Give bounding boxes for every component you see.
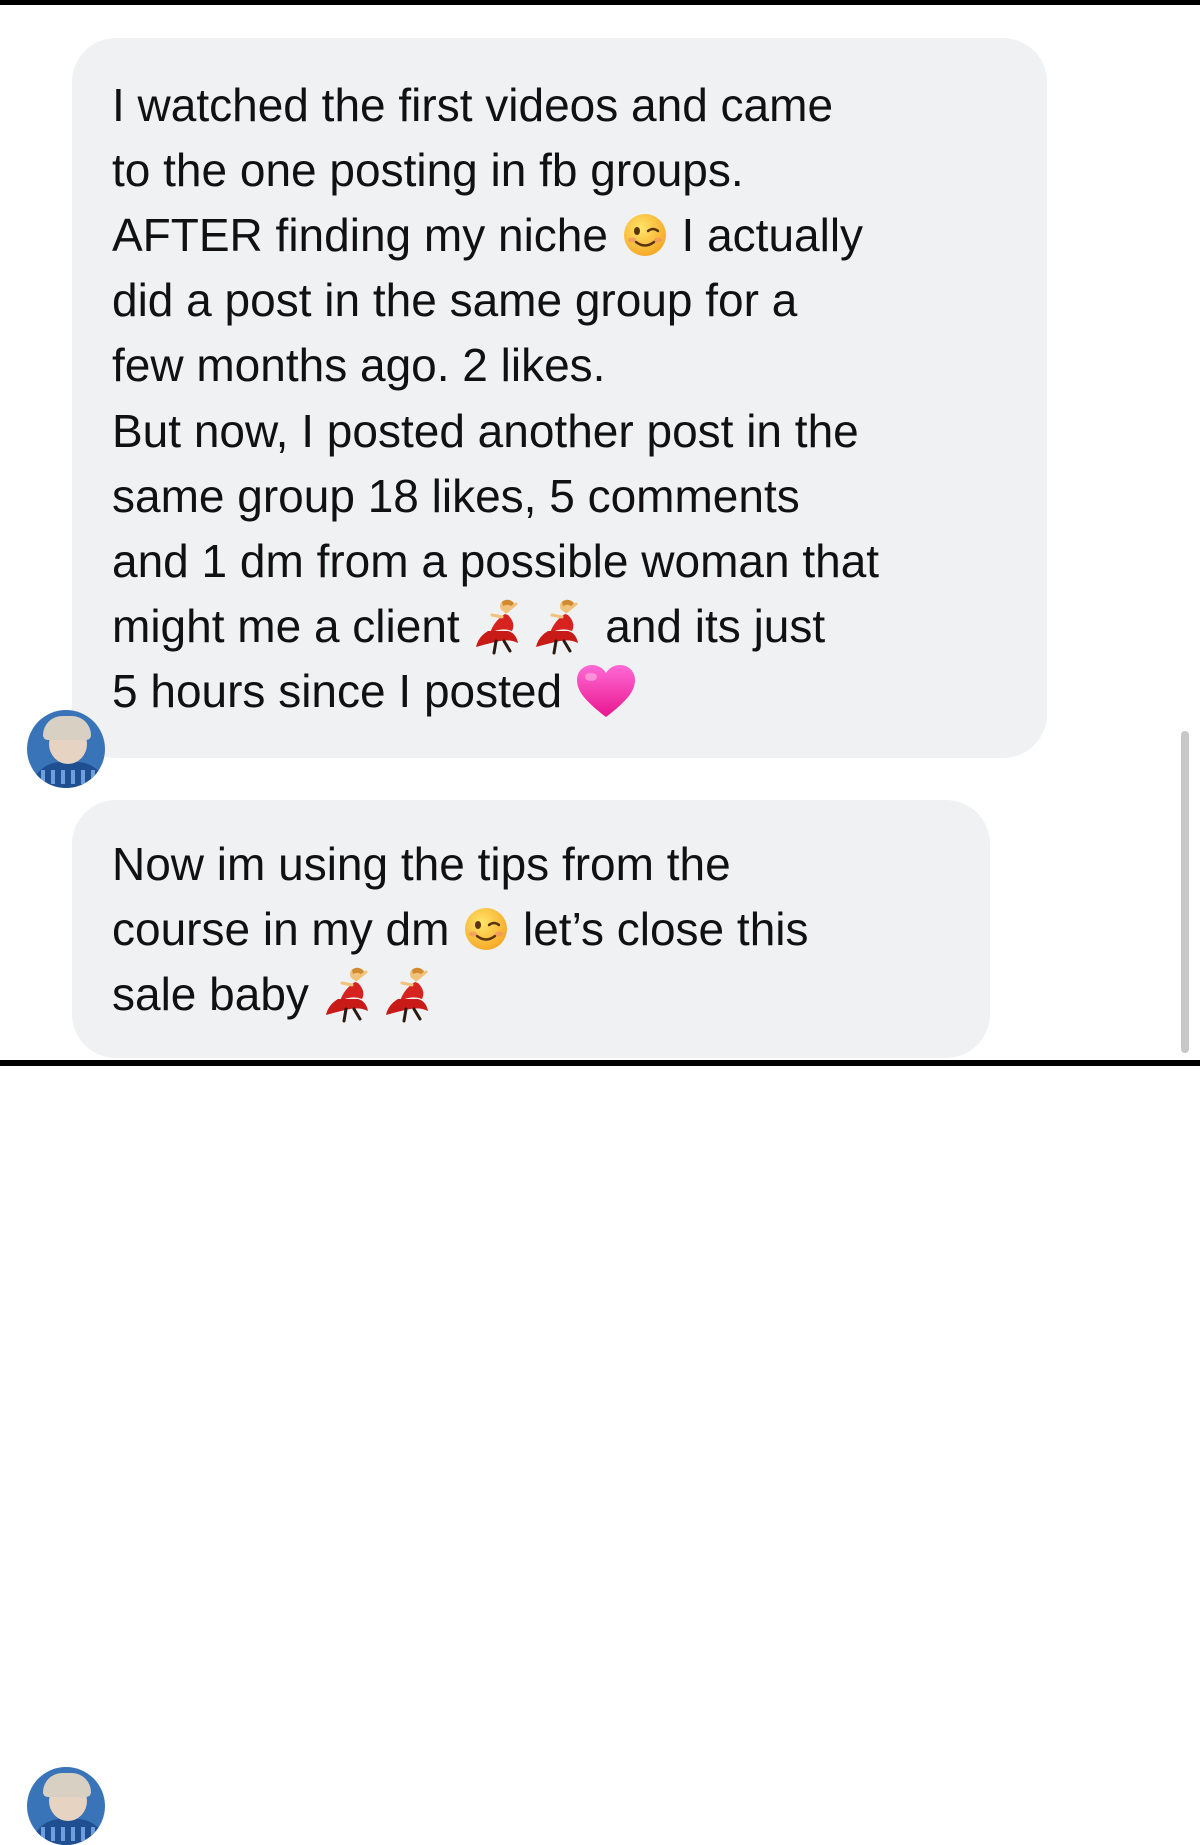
top-rule: [0, 0, 1200, 5]
message-bubble[interactable]: Now im using the tips from the course in…: [27, 800, 990, 1845]
woman-dancing-icon: [322, 965, 382, 1023]
message-paragraph: But now, I posted another post in the sa…: [112, 399, 1047, 724]
winking-face-icon: [462, 905, 510, 953]
sender-avatar[interactable]: [27, 710, 105, 788]
scrollbar[interactable]: [1181, 731, 1189, 1053]
bottom-rule: [0, 1060, 1200, 1066]
woman-dancing-icon: [382, 965, 442, 1023]
woman-dancing-icon: [472, 597, 532, 655]
message-paragraph: I watched the first videos and came to t…: [112, 73, 1047, 398]
message-paragraph: Now im using the tips from the course in…: [112, 832, 990, 1027]
winking-face-icon: [621, 211, 669, 259]
pink-heart-icon: [575, 663, 637, 719]
message-bubble[interactable]: I watched the first videos and came to t…: [27, 38, 1047, 788]
sender-avatar[interactable]: [27, 1767, 105, 1845]
woman-dancing-icon: [532, 597, 592, 655]
